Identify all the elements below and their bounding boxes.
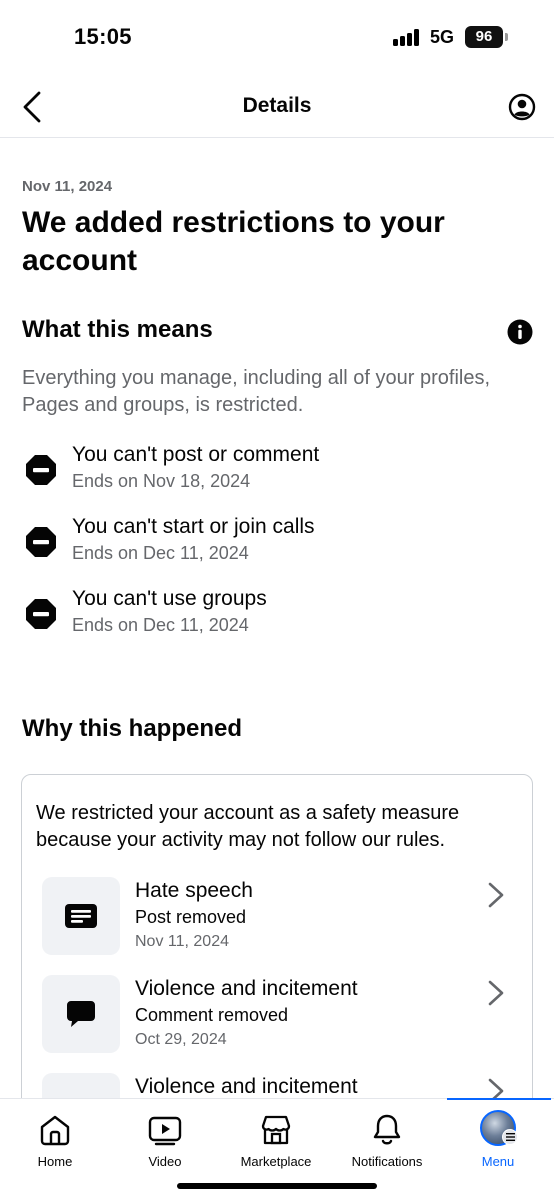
violation-title: Violence and incitement: [135, 1075, 358, 1098]
stop-icon: [26, 527, 56, 557]
info-icon[interactable]: [507, 319, 533, 345]
restriction-explanation: We restricted your account as a safety m…: [36, 802, 460, 851]
violation-date: Oct 29, 2024: [135, 1031, 227, 1048]
comment-icon: [42, 975, 120, 1053]
restriction-item: You can't post or comment Ends on Nov 18…: [0, 443, 554, 503]
home-indicator: [177, 1183, 377, 1189]
restriction-description: Everything you manage, including all of …: [22, 367, 491, 416]
battery-tip: [505, 33, 508, 41]
nav-label: Marketplace: [240, 1154, 312, 1169]
restriction-item: You can't use groups Ends on Dec 11, 202…: [0, 587, 554, 647]
home-icon: [40, 1115, 70, 1146]
stop-icon: [26, 599, 56, 629]
stop-icon: [26, 455, 56, 485]
restriction-title: You can't post or comment: [72, 443, 320, 466]
violation-item[interactable]: Violence and incitement Comment removed …: [0, 975, 554, 1059]
chevron-right-icon: [488, 882, 504, 908]
violation-action: Post removed: [135, 907, 247, 927]
battery-icon: 96: [465, 26, 503, 48]
restriction-end-date: Ends on Dec 11, 2024: [72, 615, 249, 635]
marketplace-icon: [261, 1115, 291, 1145]
restriction-end-date: Ends on Nov 18, 2024: [72, 471, 251, 491]
network-type: 5G: [430, 27, 455, 47]
nav-label: Home: [37, 1154, 73, 1169]
video-icon: [148, 1116, 182, 1146]
signal-icon: [393, 28, 423, 46]
header: Details: [0, 76, 554, 138]
menu-icon: [502, 1129, 518, 1145]
nav-video[interactable]: Video: [110, 1099, 220, 1179]
violation-item[interactable]: Hate speech Post removed Nov 11, 2024: [0, 877, 554, 961]
bell-icon: [373, 1114, 401, 1145]
status-bar: 15:05 5G 96: [0, 0, 554, 76]
nav-home[interactable]: Home: [0, 1099, 110, 1179]
restriction-title: You can't use groups: [72, 587, 267, 610]
violation-date: Nov 11, 2024: [135, 933, 229, 950]
why-this-happened-heading: Why this happened: [22, 715, 243, 742]
violation-title: Violence and incitement: [135, 977, 358, 1000]
what-this-means-heading: What this means: [22, 316, 213, 343]
nav-label: Notifications: [351, 1154, 423, 1169]
status-time: 15:05: [74, 24, 132, 49]
nav-label: Menu: [481, 1154, 515, 1169]
restriction-item: You can't start or join calls Ends on De…: [0, 515, 554, 575]
violation-title: Hate speech: [135, 879, 253, 902]
nav-notifications[interactable]: Notifications: [332, 1099, 442, 1179]
notice-date: Nov 11, 2024: [22, 178, 113, 195]
nav-marketplace[interactable]: Marketplace: [221, 1099, 331, 1179]
post-icon: [42, 877, 120, 955]
restriction-title: You can't start or join calls: [72, 515, 315, 538]
profile-icon[interactable]: [508, 93, 536, 121]
nav-label: Video: [148, 1154, 182, 1169]
chevron-right-icon: [488, 980, 504, 1006]
page-title: Details: [242, 94, 312, 117]
violation-action: Comment removed: [135, 1005, 289, 1025]
restriction-end-date: Ends on Dec 11, 2024: [72, 543, 249, 563]
notice-title: We added restrictions to your account: [22, 206, 445, 277]
